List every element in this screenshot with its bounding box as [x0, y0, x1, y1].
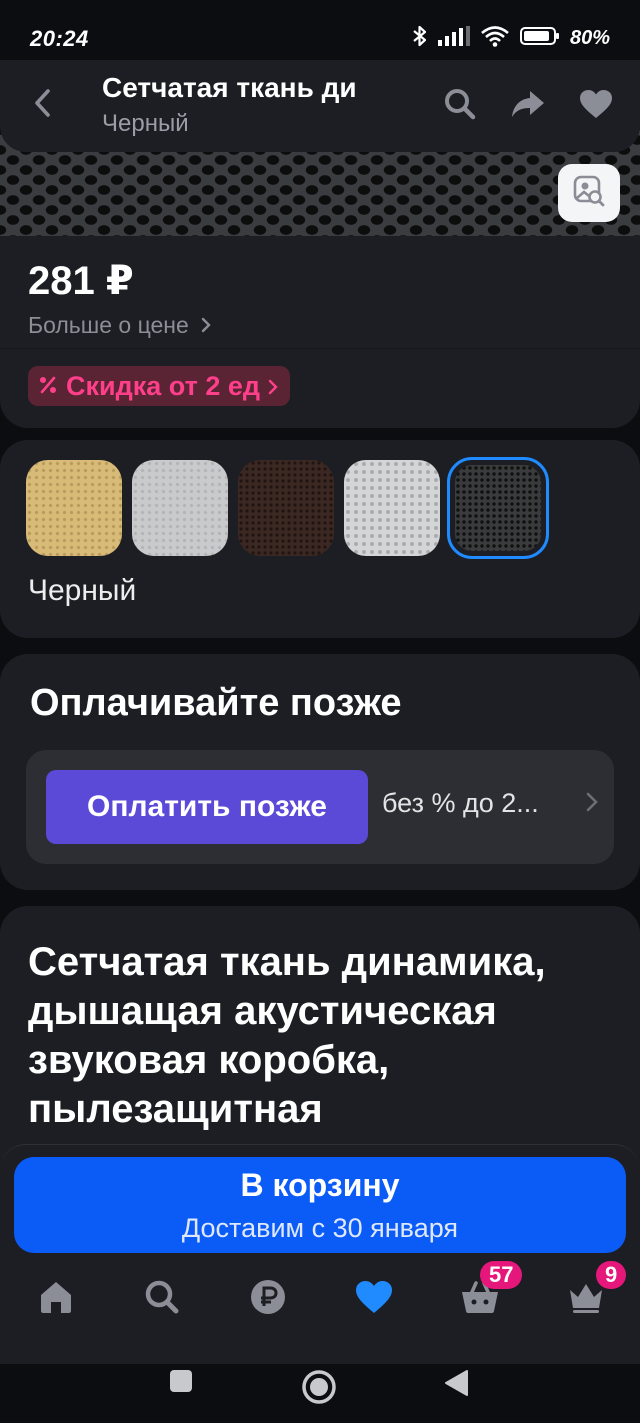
add-to-cart-label: В корзину [240, 1167, 400, 1203]
pay-later-card: Оплачивайте позже Оплатить позже без % д… [0, 654, 640, 890]
back-nav-button[interactable] [442, 1368, 470, 1403]
pay-later-row[interactable]: Оплатить позже без % до 2... [26, 750, 614, 864]
swatch-tan[interactable] [26, 460, 122, 556]
share-button[interactable] [510, 88, 546, 124]
tab-favorites[interactable] [352, 1277, 396, 1321]
add-to-cart-button[interactable]: В корзину Доставим с 30 января [14, 1157, 626, 1253]
square-icon [168, 1368, 194, 1399]
product-price: 281 ₽ [28, 259, 134, 303]
favorite-button[interactable] [578, 88, 614, 124]
swatch-white[interactable] [344, 460, 440, 556]
status-icons: 80% [412, 24, 610, 53]
back-button[interactable] [26, 88, 60, 122]
chevron-right-icon [201, 312, 211, 338]
battery-percent: 80% [569, 27, 610, 49]
price-card: 281 ₽ Больше о цене Скидка от 2 ед [0, 232, 640, 428]
pay-later-title: Оплачивайте позже [30, 682, 402, 724]
swatch-light-gray[interactable] [132, 460, 228, 556]
heart-icon [355, 1280, 393, 1319]
battery-icon [519, 26, 560, 51]
tab-search[interactable] [140, 1277, 184, 1321]
search-icon [144, 1279, 180, 1320]
divider [0, 348, 640, 349]
header-subtitle: Черный [102, 110, 189, 137]
percent-icon [38, 371, 58, 402]
swatch-brown[interactable] [238, 460, 334, 556]
signal-icon [437, 26, 470, 51]
heart-icon [579, 89, 613, 124]
chevron-right-icon [586, 792, 598, 817]
search-button[interactable] [442, 88, 478, 124]
profile-badge: 9 [596, 1261, 627, 1289]
delivery-date: Доставим с 30 января [181, 1213, 459, 1243]
header-title: Сетчатая ткань ди [102, 72, 357, 103]
crown-icon [568, 1280, 604, 1319]
product-header: Сетчатая ткань ди Черный [0, 60, 640, 152]
price-details-label: Больше о цене [28, 312, 189, 338]
image-search-button[interactable] [558, 164, 620, 222]
chevron-left-icon [33, 88, 53, 123]
status-time: 20:24 [30, 26, 89, 51]
price-details-link[interactable]: Больше о цене [28, 312, 211, 339]
cart-count-badge: 57 [480, 1261, 523, 1289]
selected-color-label: Черный [28, 574, 137, 607]
wifi-icon [480, 25, 510, 52]
system-navigation [0, 1364, 640, 1423]
search-icon [443, 87, 477, 126]
triangle-back-icon [442, 1368, 470, 1403]
chevron-right-icon [268, 371, 278, 402]
circle-icon [300, 1368, 338, 1411]
pay-later-button[interactable]: Оплатить позже [46, 770, 368, 844]
color-swatches [26, 457, 549, 559]
tab-home[interactable] [34, 1277, 78, 1321]
recents-button[interactable] [168, 1368, 194, 1399]
share-icon [511, 89, 545, 124]
discount-label: Скидка от 2 ед [66, 370, 260, 401]
bluetooth-icon [412, 24, 428, 53]
tab-bar: 57 9 [0, 1261, 640, 1329]
color-selector: Черный [0, 440, 640, 638]
image-search-icon [572, 174, 606, 213]
product-full-title: Сетчатая ткань динамика, дышащая акустич… [28, 940, 546, 1131]
ruble-icon [250, 1279, 286, 1320]
discount-badge[interactable]: Скидка от 2 ед [28, 366, 290, 406]
bottom-panel: В корзину Доставим с 30 января 57 9 [0, 1144, 640, 1364]
home-icon [38, 1280, 74, 1319]
swatch-black-selected[interactable] [447, 457, 549, 559]
pay-later-terms: без % до 2... [382, 788, 539, 818]
home-button[interactable] [300, 1368, 338, 1411]
tab-payments[interactable] [246, 1277, 290, 1321]
